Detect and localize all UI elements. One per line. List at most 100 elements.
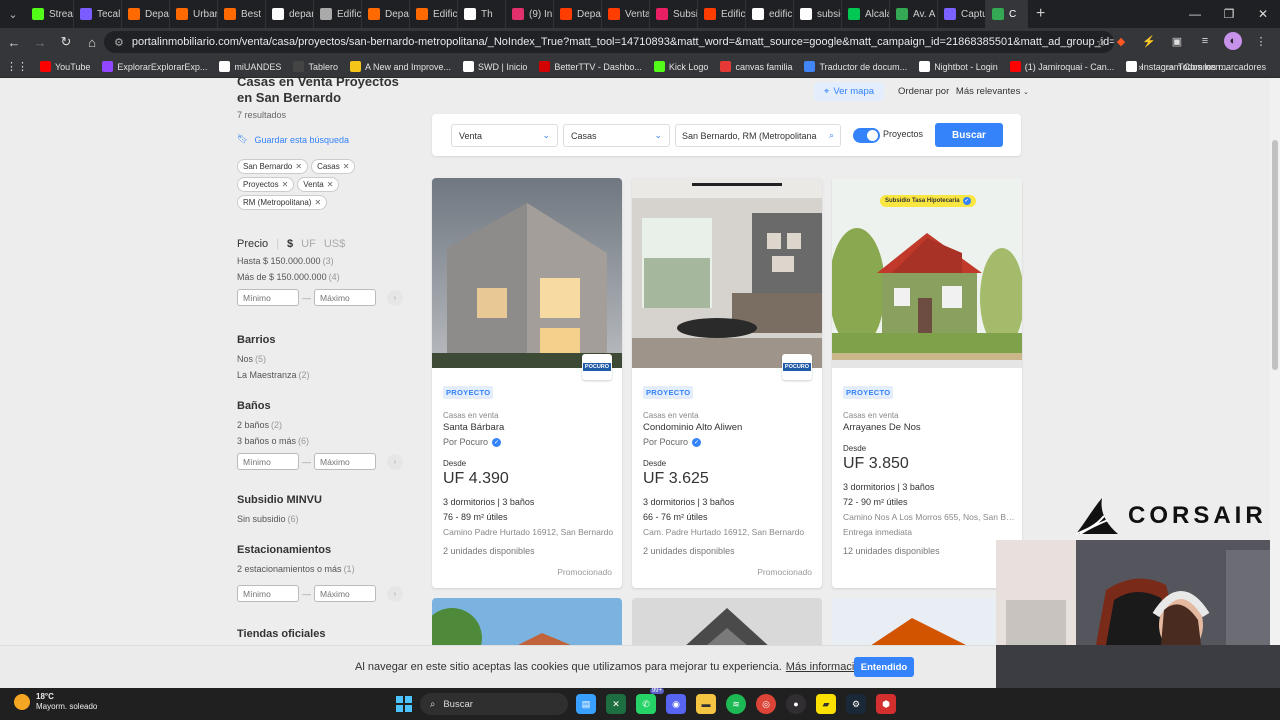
remove-filter-icon[interactable]: ✕: [282, 180, 289, 189]
listing-name[interactable]: Condominio Alto Aliwen: [643, 422, 742, 433]
forward-button[interactable]: →: [28, 30, 52, 54]
browser-tab[interactable]: Th: [458, 0, 506, 28]
excel-icon[interactable]: ✕: [606, 694, 626, 714]
search-icon[interactable]: ⌕: [829, 130, 834, 141]
estacionamientos-option[interactable]: 2 estacionamientos o más (1): [237, 564, 417, 574]
new-tab-button[interactable]: +: [1028, 5, 1053, 23]
bookmark-item[interactable]: miUANDES: [213, 61, 287, 72]
back-button[interactable]: ←: [2, 30, 26, 54]
currency-clp[interactable]: $: [287, 238, 293, 250]
price-min-input[interactable]: [237, 289, 299, 306]
cookie-accept-button[interactable]: Entendido: [854, 657, 914, 677]
apply-banos-button[interactable]: ›: [387, 453, 403, 470]
listing-card[interactable]: POCURO PROYECTO Casas en venta Condomini…: [632, 178, 822, 588]
browser-tab[interactable]: Venta: [602, 0, 650, 28]
browser-tab[interactable]: (9) In: [506, 0, 554, 28]
sticky-notes-icon[interactable]: ▰: [816, 694, 836, 714]
maximize-button[interactable]: ❐: [1212, 0, 1246, 28]
estacionamientos-min-input[interactable]: [237, 585, 299, 602]
listing-image[interactable]: [832, 598, 1022, 645]
apply-estacionamientos-button[interactable]: ›: [387, 585, 403, 602]
tab-search-icon[interactable]: ⌄: [0, 0, 26, 28]
estacionamientos-max-input[interactable]: [314, 585, 376, 602]
browser-tab[interactable]: Captu: [938, 0, 986, 28]
steam-icon[interactable]: ⚙: [846, 694, 866, 714]
chevron-right-icon[interactable]: »: [1138, 62, 1143, 72]
browser-tab[interactable]: Depar: [362, 0, 410, 28]
view-map-button[interactable]: ⌖ Ver mapa: [814, 82, 885, 101]
chrome-icon[interactable]: ◎: [756, 694, 776, 714]
subsidio-option[interactable]: Sin subsidio (6): [237, 514, 417, 524]
browser-tab[interactable]: Edific: [698, 0, 746, 28]
browser-tab[interactable]: Edific: [314, 0, 362, 28]
bookmark-item[interactable]: Traductor de docum...: [798, 61, 913, 72]
weather-widget[interactable]: 18°C Mayorm. soleado: [14, 692, 97, 712]
location-input[interactable]: San Bernardo, RM (Metropolitana) ⌕: [675, 124, 841, 147]
discord-icon[interactable]: ◉: [666, 694, 686, 714]
currency-uf[interactable]: UF: [301, 238, 316, 250]
search-button[interactable]: Buscar: [935, 123, 1003, 147]
extension-icon[interactable]: ◆: [1112, 32, 1130, 50]
barrio-option-nos[interactable]: Nos (5): [237, 354, 417, 364]
bookmark-star-icon[interactable]: ☆: [1096, 36, 1106, 49]
banos-option-3[interactable]: 3 baños o más (6): [237, 436, 417, 446]
browser-tab[interactable]: Tecal: [74, 0, 122, 28]
sort-dropdown[interactable]: Ordenar por Más relevantes ⌄: [898, 86, 1029, 97]
obs-icon[interactable]: ●: [786, 694, 806, 714]
bookmark-item[interactable]: Kick Logo: [648, 61, 715, 72]
banos-max-input[interactable]: [314, 453, 376, 470]
browser-tab[interactable]: Edific: [410, 0, 458, 28]
save-search-link[interactable]: 🔖︎ Guardar esta búsqueda: [237, 134, 417, 145]
listing-image[interactable]: [632, 598, 822, 645]
browser-tab[interactable]: Depar: [122, 0, 170, 28]
site-info-icon[interactable]: ⚙: [114, 36, 124, 49]
spotify-icon[interactable]: ≋: [726, 694, 746, 714]
address-bar[interactable]: ⚙ portalinmobiliario.com/venta/casa/proy…: [104, 31, 1114, 53]
bookmark-item[interactable]: A New and Improve...: [344, 61, 457, 72]
bookmark-item[interactable]: Tablero: [287, 61, 344, 72]
media-controls-icon[interactable]: ≡: [1196, 32, 1214, 50]
browser-tab[interactable]: Alcala: [842, 0, 890, 28]
taskbar-search[interactable]: ⌕ Buscar: [420, 693, 568, 715]
bookmark-item[interactable]: ExplorarExplorarExp...: [96, 61, 213, 72]
remove-filter-icon[interactable]: ✕: [343, 162, 350, 171]
listing-image[interactable]: [432, 598, 622, 645]
price-option-2[interactable]: Más de $ 150.000.000 (4): [237, 272, 417, 282]
bookmark-item[interactable]: Nightbot - Login: [913, 61, 1004, 72]
browser-tab[interactable]: depar: [266, 0, 314, 28]
close-window-button[interactable]: ✕: [1246, 0, 1280, 28]
listing-name[interactable]: Santa Bárbara: [443, 422, 504, 433]
apps-grid-icon[interactable]: ⋮⋮: [0, 60, 34, 73]
remove-filter-icon[interactable]: ✕: [314, 198, 321, 207]
extension-icon[interactable]: ⚡: [1140, 32, 1158, 50]
browser-tab[interactable]: Depar: [554, 0, 602, 28]
extensions-puzzle-icon[interactable]: ▣: [1168, 32, 1186, 50]
profile-avatar[interactable]: ◐: [1224, 32, 1242, 50]
browser-tab[interactable]: Best: [218, 0, 266, 28]
browser-tab[interactable]: Stream: [26, 0, 74, 28]
bookmark-item[interactable]: (1) Jamiroquai - Can...: [1004, 61, 1121, 72]
all-bookmarks-folder[interactable]: ▭ Todos los marcadores: [1159, 62, 1272, 73]
browser-tab[interactable]: Av. A: [890, 0, 938, 28]
whatsapp-icon[interactable]: ✆ 99+: [636, 688, 664, 714]
listing-card[interactable]: Subsidio Tasa Hipotecaria ✓ PROYECTO Cas…: [832, 178, 1022, 588]
bookmark-item[interactable]: BetterTTV - Dashbo...: [533, 61, 648, 72]
browser-tab[interactable]: Urbar: [170, 0, 218, 28]
minimize-button[interactable]: —: [1178, 0, 1212, 28]
remove-filter-icon[interactable]: ✕: [327, 180, 334, 189]
bookmark-item[interactable]: SWD | Inicio: [457, 61, 533, 72]
remove-filter-icon[interactable]: ✕: [295, 162, 302, 171]
acrobat-icon[interactable]: ⬢: [876, 694, 896, 714]
file-explorer-icon[interactable]: ▬: [696, 694, 716, 714]
notepad-icon[interactable]: ▤: [576, 694, 596, 714]
currency-usd[interactable]: US$: [324, 238, 345, 250]
listing-card[interactable]: POCURO PROYECTO Casas en venta Santa Bár…: [432, 178, 622, 588]
price-option-1[interactable]: Hasta $ 150.000.000 (3): [237, 256, 417, 266]
browser-tab[interactable]: subsic: [794, 0, 842, 28]
property-type-select[interactable]: Casas ⌄: [563, 124, 670, 147]
bookmark-item[interactable]: YouTube: [34, 61, 96, 72]
listing-name[interactable]: Arrayanes De Nos: [843, 422, 921, 433]
browser-menu-icon[interactable]: ⋮: [1252, 32, 1270, 50]
projects-toggle[interactable]: [853, 128, 880, 143]
browser-tab[interactable]: C✕: [986, 0, 1028, 28]
